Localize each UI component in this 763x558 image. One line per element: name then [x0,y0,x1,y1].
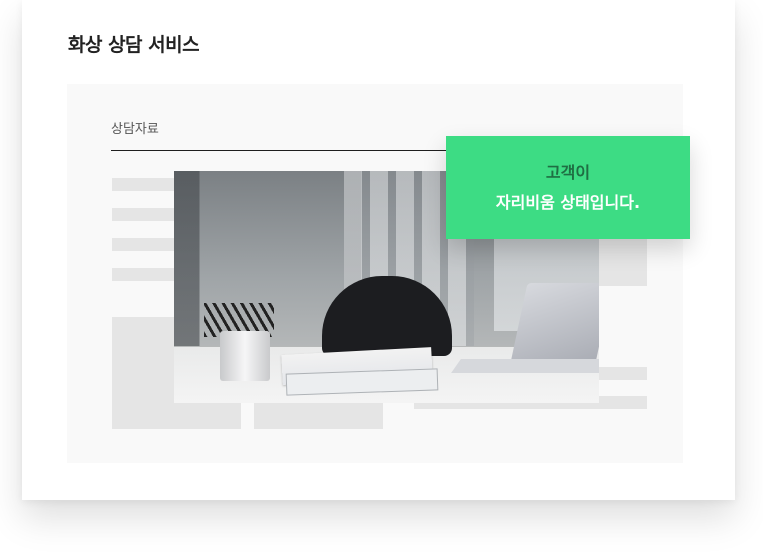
placeholder-line [112,268,174,281]
placeholder-line [112,178,174,191]
placeholder-block [597,234,647,286]
customer-away-notice: 고객이 자리비움 상태입니다. [446,136,690,239]
pencil-cup-image [220,331,270,381]
page-title: 화상 상담 서비스 [68,34,200,56]
laptop-image [510,283,599,363]
placeholder-line [112,238,174,251]
panel-divider [111,150,451,151]
placeholder-line [112,208,174,221]
notice-line-2: 자리비움 상태입니다. [495,192,641,212]
notice-line-1: 고객이 [545,162,591,182]
video-consultation-card: 화상 상담 서비스 상담자료 [22,0,735,500]
material-tab-label: 상담자료 [111,122,159,137]
